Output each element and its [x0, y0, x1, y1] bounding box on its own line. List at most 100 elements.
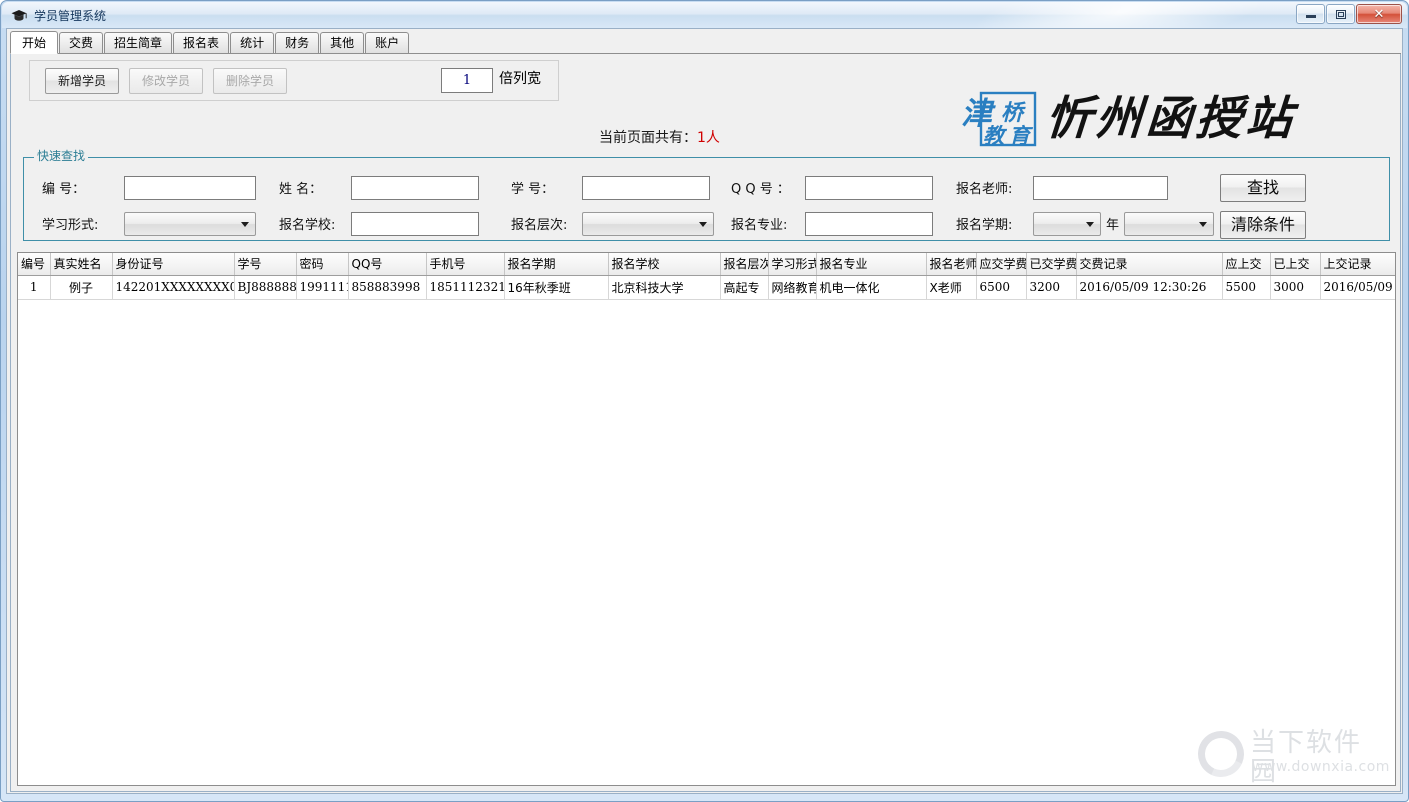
col-header-payment-log[interactable]: 交费记录 [1076, 253, 1223, 276]
search-input-school[interactable] [351, 212, 479, 236]
search-input-name[interactable] [351, 176, 479, 200]
col-header-idcard[interactable]: 身份证号 [112, 253, 235, 276]
col-header-studymode[interactable]: 学习形式 [768, 253, 817, 276]
cell-school: 北京科技大学 [608, 275, 721, 300]
column-width-input[interactable]: 1 [441, 68, 493, 93]
tab-start[interactable]: 开始 [10, 31, 59, 54]
col-header-school[interactable]: 报名学校 [608, 253, 721, 276]
col-header-tuition-paid[interactable]: 已交学费 [1026, 253, 1077, 276]
label-term: 报名学期: [956, 218, 1013, 233]
search-button[interactable]: 查找 [1220, 174, 1306, 202]
tab-statistics[interactable]: 统计 [230, 32, 275, 53]
chevron-down-icon [1086, 222, 1094, 227]
tab-label: 招生简章 [114, 36, 163, 50]
tab-account[interactable]: 账户 [365, 32, 410, 53]
tab-finance[interactable]: 财务 [275, 32, 320, 53]
cell-remit-due: 5500 [1222, 275, 1271, 300]
cell-remit-log: 2016/05/09 12:30:08 [1320, 275, 1395, 300]
search-input-studentid[interactable] [582, 176, 710, 200]
tab-label: 报名表 [183, 36, 220, 50]
col-header-phone[interactable]: 手机号 [426, 253, 505, 276]
add-student-button[interactable]: 新增学员 [45, 68, 119, 94]
page-count-value: 1人 [697, 130, 720, 146]
tab-prospectus[interactable]: 招生简章 [104, 32, 173, 53]
search-input-major[interactable] [805, 212, 933, 236]
tab-other[interactable]: 其他 [320, 32, 365, 53]
search-input-qq[interactable] [805, 176, 933, 200]
col-header-password[interactable]: 密码 [296, 253, 349, 276]
col-header-major[interactable]: 报名专业 [816, 253, 927, 276]
cell-qq: 858883998 [348, 275, 427, 300]
search-combo-studymode[interactable] [124, 212, 256, 236]
column-width-label: 倍列宽 [499, 71, 541, 87]
label-year-suffix: 年 [1106, 218, 1120, 233]
label-studymode: 学习形式: [42, 218, 99, 233]
table-header-row: 编号 真实姓名 身份证号 学号 密码 QQ号 手机号 报名学期 报名学校 报名层… [18, 253, 1395, 276]
col-header-remit-log[interactable]: 上交记录 [1320, 253, 1395, 276]
window-title: 学员管理系统 [34, 8, 107, 23]
label-teacher: 报名老师: [956, 182, 1013, 197]
chevron-down-icon [241, 222, 249, 227]
tab-label: 开始 [22, 35, 47, 50]
col-header-term[interactable]: 报名学期 [504, 253, 609, 276]
label-level: 报名层次: [511, 218, 568, 233]
edit-student-button[interactable]: 修改学员 [129, 68, 203, 94]
cell-level: 高起专 [720, 275, 769, 300]
cell-remit-paid: 3000 [1270, 275, 1321, 300]
cell-tuition-due: 6500 [976, 275, 1027, 300]
cell-major: 机电一体化 [816, 275, 927, 300]
label-major: 报名专业: [731, 218, 788, 233]
label-code: 编 号： [42, 182, 86, 197]
clear-conditions-button[interactable]: 清除条件 [1220, 211, 1306, 239]
minimize-icon [1305, 15, 1316, 18]
search-combo-level[interactable] [582, 212, 714, 236]
brand-logo: 津 桥 教 育 忻州函授站 [954, 82, 1334, 154]
search-button-label: 查找 [1246, 178, 1279, 197]
label-name: 姓 名： [279, 182, 323, 197]
page-count-status: 当前页面共有：1人 [599, 131, 720, 145]
cell-realname: 例子 [50, 275, 113, 300]
close-button[interactable]: ✕ [1356, 4, 1402, 24]
chevron-down-icon [699, 222, 707, 227]
student-table: 编号 真实姓名 身份证号 学号 密码 QQ号 手机号 报名学期 报名学校 报名层… [18, 253, 1395, 300]
col-header-studentno[interactable]: 学号 [234, 253, 297, 276]
search-input-code[interactable] [124, 176, 256, 200]
cell-payment-log: 2016/05/09 12:30:26 [1076, 275, 1223, 300]
col-header-id[interactable]: 编号 [18, 253, 51, 276]
tab-label: 统计 [240, 36, 265, 50]
quick-search-group: 快速查找 编 号： 姓 名： 学 号： Q Q 号 ： 报名老师: 查找 学习形… [23, 150, 1390, 241]
close-icon: ✕ [1373, 6, 1385, 22]
col-header-realname[interactable]: 真实姓名 [50, 253, 113, 276]
tab-label: 其他 [330, 36, 355, 50]
minimize-button[interactable] [1296, 4, 1325, 24]
cell-idcard: 142201XXXXXXXX0000 [112, 275, 235, 300]
col-header-tuition-due[interactable]: 应交学费 [976, 253, 1027, 276]
search-combo-term-year[interactable] [1033, 212, 1101, 236]
chevron-down-icon [1199, 222, 1207, 227]
tab-payment[interactable]: 交费 [59, 32, 104, 53]
student-data-grid[interactable]: 编号 真实姓名 身份证号 学号 密码 QQ号 手机号 报名学期 报名学校 报名层… [17, 252, 1396, 786]
search-combo-term-season[interactable] [1124, 212, 1214, 236]
edit-student-label: 修改学员 [141, 74, 190, 88]
col-header-remit-due[interactable]: 应上交 [1222, 253, 1271, 276]
delete-student-label: 删除学员 [225, 74, 274, 88]
table-row[interactable]: 1 例子 142201XXXXXXXX0000 BJ888888 1991111… [18, 275, 1395, 300]
col-header-qq[interactable]: QQ号 [348, 253, 427, 276]
maximize-button[interactable] [1326, 4, 1355, 24]
clear-conditions-label: 清除条件 [1230, 215, 1295, 234]
label-school: 报名学校: [279, 218, 336, 233]
tab-label: 交费 [69, 36, 94, 50]
delete-student-button[interactable]: 删除学员 [213, 68, 287, 94]
col-header-teacher[interactable]: 报名老师 [926, 253, 977, 276]
cell-password: 1991111 [296, 275, 349, 300]
search-input-teacher[interactable] [1033, 176, 1168, 200]
application-window: 学员管理系统 ✕ 开始 交费 招生简章 报名表 统计 财务 其他 账户 新增学员… [0, 0, 1409, 802]
cell-studentno: BJ888888 [234, 275, 297, 300]
cell-studymode: 网络教育 [768, 275, 817, 300]
label-qq: Q Q 号 ： [731, 182, 790, 197]
jinqiao-logo-icon: 津 桥 教 育 [959, 90, 1039, 148]
tab-registration[interactable]: 报名表 [173, 32, 230, 53]
col-header-level[interactable]: 报名层次 [720, 253, 769, 276]
tab-strip: 开始 交费 招生简章 报名表 统计 财务 其他 账户 [10, 31, 1401, 54]
col-header-remit-paid[interactable]: 已上交 [1270, 253, 1321, 276]
